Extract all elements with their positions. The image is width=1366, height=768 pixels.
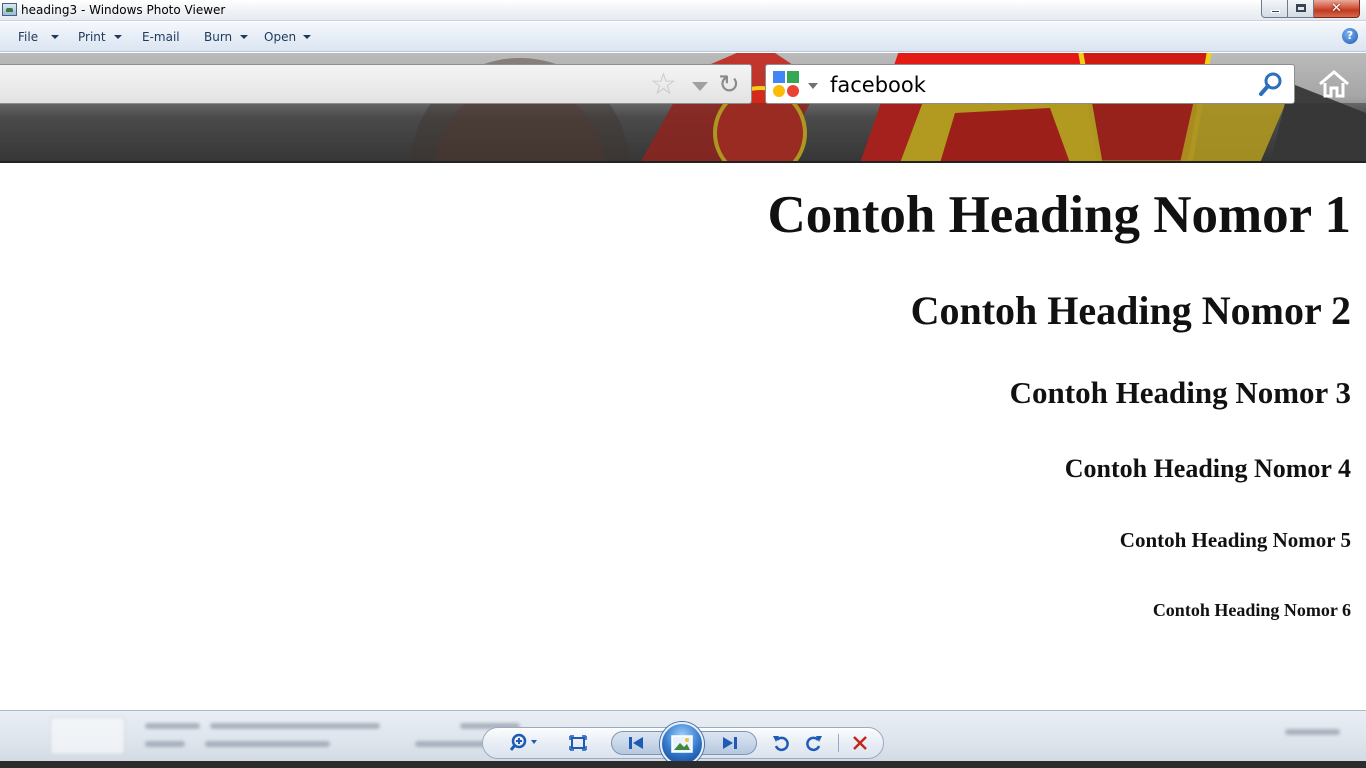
zoom-icon xyxy=(510,733,537,751)
next-icon xyxy=(723,737,737,749)
reload-icon[interactable]: ↻ xyxy=(718,70,740,100)
delete-icon xyxy=(853,736,867,750)
search-input[interactable] xyxy=(830,71,1250,99)
minimize-button[interactable] xyxy=(1261,0,1288,18)
close-button[interactable]: ✕ xyxy=(1314,0,1360,18)
heading-2: Contoh Heading Nomor 2 xyxy=(910,288,1351,333)
close-icon: ✕ xyxy=(1331,1,1342,16)
browser-toolbar-image: ☆ ↻ xyxy=(0,53,1366,163)
next-button[interactable] xyxy=(715,728,745,758)
menu-email[interactable]: E-mail xyxy=(142,30,180,44)
photo-viewer-icon xyxy=(2,3,17,16)
menu-open-chevron-down-icon[interactable] xyxy=(303,35,311,39)
menu-burn-chevron-down-icon[interactable] xyxy=(240,35,248,39)
caption-buttons: ✕ xyxy=(1261,0,1360,18)
menu-print-chevron-down-icon[interactable] xyxy=(114,35,122,39)
menu-print[interactable]: Print xyxy=(78,30,106,44)
help-icon[interactable]: ? xyxy=(1342,28,1358,44)
delete-button[interactable] xyxy=(847,728,873,758)
rotate-right-icon xyxy=(806,736,822,752)
address-bar[interactable]: ☆ ↻ xyxy=(0,64,752,104)
taskbar-strip xyxy=(0,761,1366,768)
star-icon[interactable]: ☆ xyxy=(650,70,677,100)
actual-size-icon xyxy=(569,735,587,751)
heading-1: Contoh Heading Nomor 1 xyxy=(767,186,1351,244)
previous-button[interactable] xyxy=(621,728,651,758)
rotate-right-button[interactable] xyxy=(801,728,827,758)
search-engine-chevron-down-icon[interactable] xyxy=(808,83,818,89)
menu-file[interactable]: File xyxy=(18,30,38,44)
heading-6: Contoh Heading Nomor 6 xyxy=(1152,600,1351,620)
slideshow-icon xyxy=(671,735,693,753)
search-icon[interactable] xyxy=(1258,71,1284,97)
rotate-left-icon xyxy=(773,736,789,752)
zoom-button[interactable] xyxy=(508,728,542,758)
slideshow-button[interactable] xyxy=(660,722,704,766)
previous-icon xyxy=(629,737,643,749)
menu-bar: File Print E-mail Burn Open ? xyxy=(0,22,1366,52)
title-bar: heading3 - Windows Photo Viewer ✕ xyxy=(0,0,1366,21)
rotate-left-button[interactable] xyxy=(768,728,794,758)
heading-4: Contoh Heading Nomor 4 xyxy=(1064,454,1351,483)
menu-file-chevron-down-icon[interactable] xyxy=(51,35,59,39)
heading-3: Contoh Heading Nomor 3 xyxy=(1009,375,1351,410)
dropdown-icon[interactable] xyxy=(692,82,708,91)
maximize-button[interactable] xyxy=(1288,0,1314,18)
toolbar-separator xyxy=(838,734,839,752)
home-icon[interactable] xyxy=(1318,69,1350,99)
photo-viewer-controls xyxy=(0,710,1366,768)
google-icon[interactable] xyxy=(773,71,801,99)
search-box[interactable] xyxy=(765,64,1295,104)
window-title: heading3 - Windows Photo Viewer xyxy=(21,3,226,17)
actual-size-button[interactable] xyxy=(565,728,591,758)
menu-burn[interactable]: Burn xyxy=(204,30,232,44)
menu-open[interactable]: Open xyxy=(264,30,296,44)
minimize-icon xyxy=(1271,10,1280,13)
heading-5: Contoh Heading Nomor 5 xyxy=(1119,528,1351,552)
maximize-icon xyxy=(1296,4,1306,12)
page-content: Contoh Heading Nomor 1 Contoh Heading No… xyxy=(0,165,1366,710)
control-pill xyxy=(482,722,884,766)
